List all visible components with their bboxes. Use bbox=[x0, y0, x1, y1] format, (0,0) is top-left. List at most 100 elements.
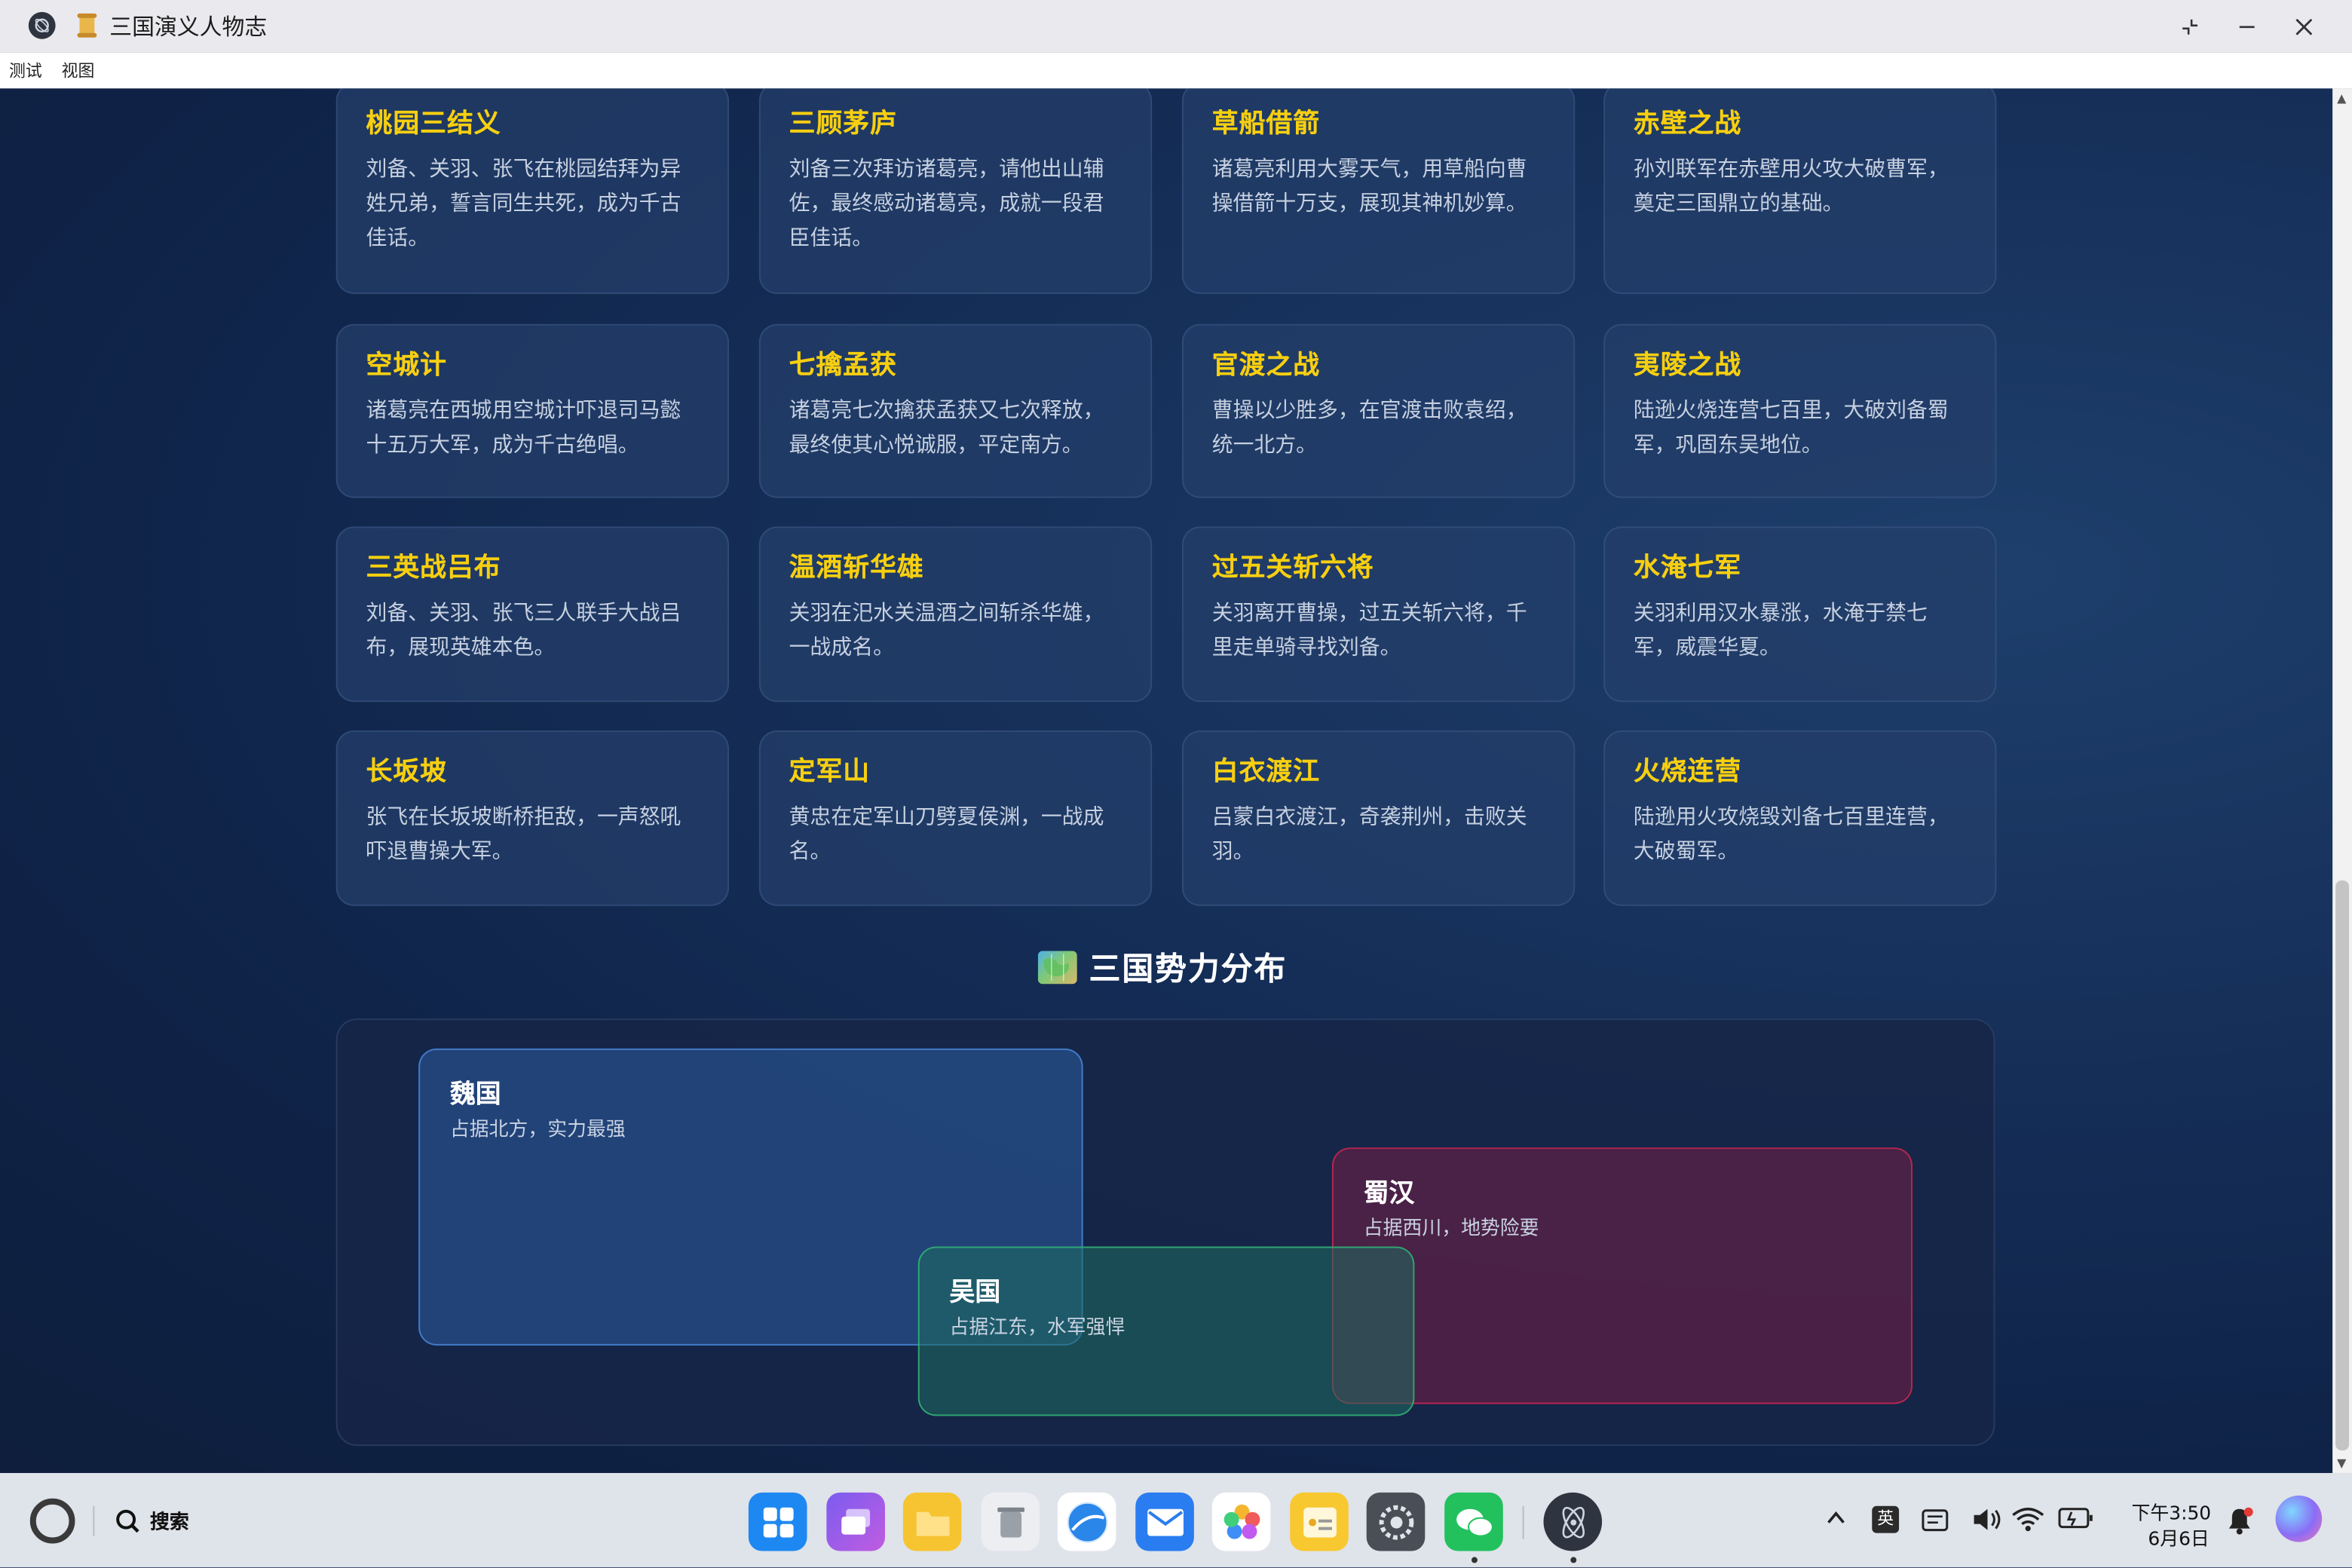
kingdom-desc: 占据北方，实力最强 bbox=[449, 1119, 626, 1142]
story-card[interactable]: 桃园三结义 刘备、关羽、张飞在桃园结拜为异姓兄弟，誓言同生共死，成为千古佳话。 bbox=[335, 88, 730, 295]
story-card-title: 官渡之战 bbox=[1211, 351, 1321, 381]
running-indicator bbox=[1471, 1557, 1478, 1563]
story-card-title: 温酒斩华雄 bbox=[789, 553, 924, 584]
notification-bell-icon[interactable] bbox=[2225, 1506, 2255, 1542]
story-card-desc: 关羽利用汉水暴涨，水淹于禁七军，威震华夏。 bbox=[1633, 601, 1928, 660]
clock-date[interactable]: 6月6日 bbox=[2148, 1523, 2209, 1551]
scroll-up-arrow-icon[interactable]: ▲ bbox=[2337, 91, 2346, 105]
story-card[interactable]: 三英战吕布 刘备、关羽、张飞三人联手大战吕布，展现英雄本色。 bbox=[335, 526, 730, 703]
story-card-desc: 诸葛亮七次擒获孟获又七次释放，最终使其心悦诚服，平定南方。 bbox=[789, 399, 1104, 458]
story-card-desc: 诸葛亮在西城用空城计吓退司马懿十五万大军，成为千古绝唱。 bbox=[366, 399, 681, 458]
story-card-desc: 诸葛亮利用大雾天气，用草船向曹操借箭十万支，展现其神机妙算。 bbox=[1211, 157, 1527, 216]
story-card-desc: 张飞在长坂坡断桥拒敌，一声怒吼吓退曹操大军。 bbox=[366, 805, 681, 865]
story-card-desc: 刘备、关羽、张飞在桃园结拜为异姓兄弟，誓言同生共死，成为千古佳话。 bbox=[366, 157, 681, 251]
story-card[interactable]: 夷陵之战 陆逊火烧连营七百里，大破刘备蜀军，巩固东吴地位。 bbox=[1603, 323, 1997, 498]
main-content: 桃园三结义 刘备、关羽、张飞在桃园结拜为异姓兄弟，誓言同生共死，成为千古佳话。 … bbox=[0, 88, 2333, 1473]
notes-icon[interactable] bbox=[1290, 1492, 1349, 1551]
assistant-icon[interactable] bbox=[2275, 1495, 2323, 1542]
clipboard-icon[interactable] bbox=[1920, 1506, 1950, 1539]
settings-icon[interactable] bbox=[1366, 1492, 1426, 1551]
story-card-desc: 关羽离开曹操，过五关斩六将，千里走单骑寻找刘备。 bbox=[1211, 601, 1527, 660]
scrollbar-thumb[interactable] bbox=[2335, 880, 2350, 1451]
story-card-desc: 陆逊火烧连营七百里，大破刘备蜀军，巩固东吴地位。 bbox=[1633, 399, 1949, 458]
taskbar-divider bbox=[93, 1505, 95, 1536]
menu-view[interactable]: 视图 bbox=[62, 59, 95, 83]
battery-icon[interactable] bbox=[2058, 1506, 2094, 1536]
trash-icon[interactable] bbox=[981, 1492, 1040, 1551]
browser-icon[interactable] bbox=[1057, 1492, 1116, 1551]
story-card[interactable]: 七擒孟获 诸葛亮七次擒获孟获又七次释放，最终使其心悦诚服，平定南方。 bbox=[758, 323, 1153, 498]
photos-icon[interactable] bbox=[1211, 1492, 1271, 1551]
mail-icon[interactable] bbox=[1135, 1492, 1194, 1551]
volume-icon[interactable] bbox=[1971, 1506, 2004, 1539]
story-card-title: 三顾茅庐 bbox=[789, 109, 897, 140]
story-card-desc: 关羽在汜水关温酒之间斩杀华雄，一战成名。 bbox=[789, 601, 1104, 660]
kingdom-name: 魏国 bbox=[449, 1080, 501, 1110]
story-card-title: 桃园三结义 bbox=[366, 109, 501, 140]
story-card-desc: 吕蒙白衣渡江，奇袭荆州，击败关羽。 bbox=[1211, 805, 1527, 865]
minimize-button[interactable] bbox=[2219, 0, 2276, 53]
story-card[interactable]: 空城计 诸葛亮在西城用空城计吓退司马懿十五万大军，成为千古绝唱。 bbox=[335, 323, 730, 498]
story-card[interactable]: 过五关斩六将 关羽离开曹操，过五关斩六将，千里走单骑寻找刘备。 bbox=[1181, 526, 1576, 703]
kingdom-desc: 占据西川，地势险要 bbox=[1363, 1217, 1539, 1241]
wechat-icon[interactable] bbox=[1444, 1492, 1503, 1551]
story-card-desc: 孙刘联军在赤壁用火攻大破曹军，奠定三国鼎立的基础。 bbox=[1633, 157, 1949, 216]
taskbar: 搜索 英 下午3:50 6月6日 bbox=[0, 1472, 2352, 1568]
menu-bar: 测试 视图 bbox=[0, 52, 2352, 89]
story-card-desc: 陆逊用火攻烧毁刘备七百里连营，大破蜀军。 bbox=[1633, 805, 1949, 865]
window-title: 三国演义人物志 bbox=[109, 13, 268, 41]
territory-heading-text: 三国势力分布 bbox=[1089, 951, 1288, 988]
search-label: 搜索 bbox=[149, 1511, 189, 1535]
title-bar: 三国演义人物志 bbox=[0, 0, 2352, 53]
desktop-window: 三国演义人物志 测试 视图 桃园三结义 刘备、关羽、张飞在桃园结拜为异姓兄弟，誓… bbox=[0, 0, 2352, 1568]
vertical-scrollbar[interactable]: ▲ ▼ bbox=[2332, 88, 2352, 1473]
story-card-desc: 黄忠在定军山刀劈夏侯渊，一战成名。 bbox=[789, 805, 1104, 865]
story-card[interactable]: 温酒斩华雄 关羽在汜水关温酒之间斩杀华雄，一战成名。 bbox=[758, 526, 1153, 703]
story-card-desc: 曹操以少胜多，在官渡击败袁绍，统一北方。 bbox=[1211, 399, 1527, 458]
ime-indicator[interactable]: 英 bbox=[1872, 1505, 1900, 1533]
multitask-icon[interactable] bbox=[826, 1492, 885, 1551]
electron-app-icon[interactable] bbox=[1543, 1492, 1603, 1551]
story-card-title: 草船借箭 bbox=[1211, 109, 1321, 140]
story-card[interactable]: 白衣渡江 吕蒙白衣渡江，奇袭荆州，击败关羽。 bbox=[1181, 730, 1576, 906]
taskbar-search[interactable]: 搜索 bbox=[114, 1506, 189, 1535]
story-card-desc: 刘备三次拜访诸葛亮，请他出山辅佐，最终感动诸葛亮，成就一段君臣佳话。 bbox=[789, 157, 1104, 251]
story-card-title: 夷陵之战 bbox=[1633, 351, 1742, 381]
story-card-title: 赤壁之战 bbox=[1633, 109, 1742, 140]
story-card[interactable]: 赤壁之战 孙刘联军在赤壁用火攻大破曹军，奠定三国鼎立的基础。 bbox=[1603, 88, 1997, 295]
close-button[interactable] bbox=[2276, 0, 2333, 53]
menu-test[interactable]: 测试 bbox=[9, 59, 42, 83]
story-card-title: 定军山 bbox=[789, 757, 871, 788]
running-indicator bbox=[1570, 1557, 1577, 1563]
story-card-title: 白衣渡江 bbox=[1211, 757, 1321, 788]
story-card[interactable]: 定军山 黄忠在定军山刀劈夏侯渊，一战成名。 bbox=[758, 730, 1153, 906]
story-card-title: 过五关斩六将 bbox=[1211, 553, 1374, 584]
kingdom-name: 蜀汉 bbox=[1363, 1178, 1415, 1209]
story-card[interactable]: 长坂坡 张飞在长坂坡断桥拒敌，一声怒吼吓退曹操大军。 bbox=[335, 730, 730, 906]
story-card[interactable]: 官渡之战 曹操以少胜多，在官渡击败袁绍，统一北方。 bbox=[1181, 323, 1576, 498]
story-card-desc: 刘备、关羽、张飞三人联手大战吕布，展现英雄本色。 bbox=[366, 601, 681, 660]
story-card-title: 火烧连营 bbox=[1633, 757, 1742, 788]
app-logo-icon bbox=[28, 11, 56, 39]
restore-button[interactable] bbox=[2161, 0, 2219, 53]
file-manager-icon[interactable] bbox=[902, 1492, 962, 1551]
story-card[interactable]: 草船借箭 诸葛亮利用大雾天气，用草船向曹操借箭十万支，展现其神机妙算。 bbox=[1181, 88, 1576, 295]
kingdom-wu[interactable]: 吴国 占据江东，水军强悍 bbox=[917, 1246, 1415, 1416]
kingdom-shu[interactable]: 蜀汉 占据西川，地势险要 bbox=[1331, 1147, 1913, 1404]
story-card-title: 长坂坡 bbox=[366, 757, 447, 788]
story-card[interactable]: 火烧连营 陆逊用火攻烧毁刘备七百里连营，大破蜀军。 bbox=[1603, 730, 1997, 906]
search-icon bbox=[116, 1508, 139, 1533]
story-card-title: 七擒孟获 bbox=[789, 351, 897, 381]
dock-divider bbox=[1522, 1505, 1524, 1539]
kingdom-desc: 占据江东，水军强悍 bbox=[949, 1317, 1125, 1340]
wifi-icon[interactable] bbox=[2010, 1506, 2046, 1539]
story-card[interactable]: 三顾茅庐 刘备三次拜访诸葛亮，请他出山辅佐，最终感动诸葛亮，成就一段君臣佳话。 bbox=[758, 88, 1153, 295]
scroll-down-arrow-icon[interactable]: ▼ bbox=[2337, 1456, 2346, 1470]
launcher-icon[interactable] bbox=[748, 1492, 807, 1551]
story-card[interactable]: 水淹七军 关羽利用汉水暴涨，水淹于禁七军，威震华夏。 bbox=[1603, 526, 1997, 703]
clock-time[interactable]: 下午3:50 bbox=[2132, 1497, 2212, 1526]
chevron-up-icon[interactable] bbox=[1824, 1506, 1848, 1536]
scroll-icon bbox=[75, 12, 99, 39]
start-button[interactable] bbox=[29, 1498, 75, 1544]
territory-heading: 三国势力分布 bbox=[1037, 945, 1288, 991]
